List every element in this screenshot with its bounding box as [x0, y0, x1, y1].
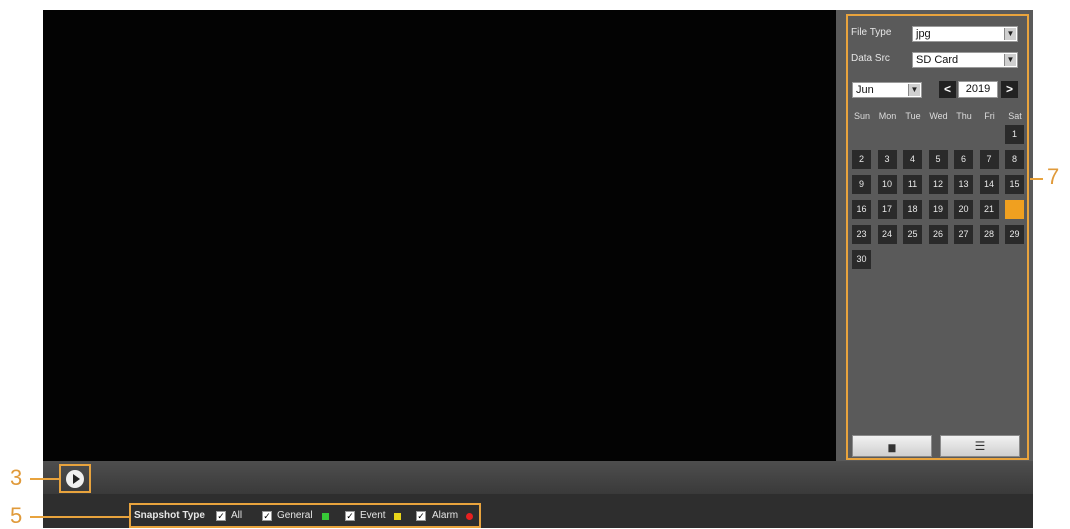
callout-5-number: 5	[10, 503, 23, 528]
callout-5-box	[129, 503, 481, 528]
callout-3-box	[59, 464, 91, 493]
control-bar	[43, 461, 1033, 494]
callout-5-line	[30, 516, 129, 518]
callout-7-number: 7	[1047, 164, 1060, 189]
callout-3-number: 3	[10, 465, 23, 490]
callout-3-line	[30, 478, 59, 480]
video-area[interactable]	[43, 10, 836, 461]
callout-7-box	[846, 14, 1029, 460]
callout-7-line	[1030, 178, 1043, 180]
